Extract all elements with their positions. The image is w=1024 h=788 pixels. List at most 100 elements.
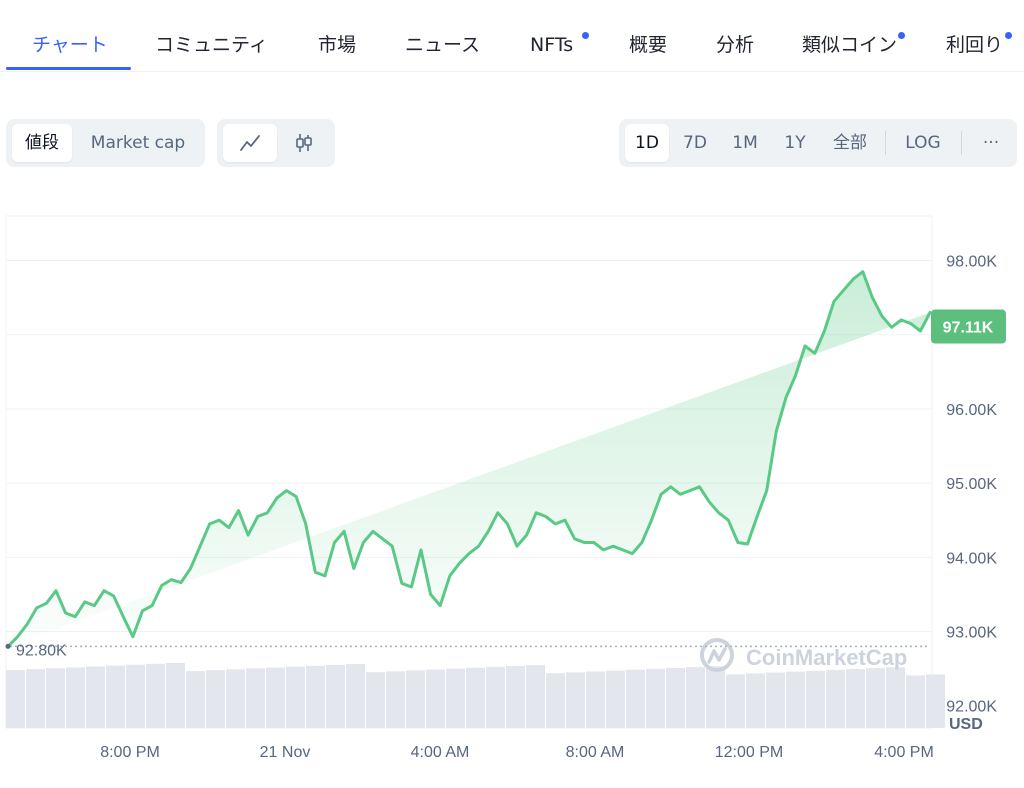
range-all[interactable]: 全部 (825, 124, 875, 162)
tab-chart[interactable]: チャート (32, 30, 108, 60)
watermark-text: CoinMarketCap (746, 645, 907, 670)
x-tick-label: 21 Nov (260, 744, 311, 761)
x-tick-label: 4:00 AM (411, 744, 470, 761)
open-price-label: 92.80K (16, 642, 67, 659)
volume-bar (306, 665, 325, 728)
tab-similar-coins[interactable]: 類似コイン (802, 30, 897, 60)
candlestick-icon (296, 134, 312, 152)
tab-community[interactable]: コミュニティ (155, 30, 268, 60)
coinmarketcap-logo-icon (700, 638, 734, 672)
volume-bar (666, 667, 685, 728)
tab-overview[interactable]: 概要 (629, 30, 667, 60)
volume-bar (166, 662, 185, 728)
price-option[interactable]: 値段 (12, 124, 72, 162)
volume-bar (866, 668, 885, 728)
volume-bar (406, 670, 425, 728)
volume-bar (486, 666, 505, 728)
candlestick-chart-button[interactable] (279, 124, 329, 162)
volume-bar (546, 673, 565, 728)
volume-bar (706, 666, 725, 728)
open-price-marker (5, 643, 11, 649)
volume-bar (6, 670, 25, 728)
tab-markets[interactable]: 市場 (318, 30, 356, 60)
more-options-button[interactable]: ··· (971, 124, 1011, 162)
x-axis: 8:00 PM 21 Nov 4:00 AM 8:00 AM 12:00 PM 4:00 … (100, 744, 934, 761)
time-range-switch: 1D 7D 1M 1Y 全部 LOG ··· (619, 119, 1017, 167)
volume-bar (526, 665, 545, 728)
tab-nfts[interactable]: NFTs (530, 30, 573, 60)
tab-similar-coins-notification-dot (898, 32, 905, 39)
chart-type-switch (217, 119, 335, 167)
volume-bar (426, 669, 445, 728)
volume-bar (906, 675, 925, 728)
log-separator (961, 131, 962, 155)
volume-bar (826, 669, 845, 728)
volume-bar (466, 667, 485, 728)
volume-bar (326, 664, 345, 728)
y-tick-label: 92.00K (946, 699, 997, 716)
range-1y[interactable]: 1Y (773, 124, 817, 162)
x-tick-label: 4:00 PM (874, 744, 934, 761)
market-cap-option[interactable]: Market cap (82, 124, 194, 162)
x-tick-label: 12:00 PM (715, 744, 783, 761)
volume-bar (626, 669, 645, 728)
volume-bar (886, 667, 905, 728)
volume-bar (646, 668, 665, 728)
volume-bar (46, 668, 65, 728)
range-1d[interactable]: 1D (625, 124, 669, 162)
volume-bar (286, 666, 305, 728)
current-price-tag: 97.11K (931, 309, 1006, 344)
x-tick-label: 8:00 AM (566, 744, 625, 761)
tab-bar: チャート コミュニティ 市場 ニュース NFTs 概要 分析 類似コイン 利回り (0, 0, 1024, 72)
volume-bar (686, 667, 705, 728)
volume-bar (106, 665, 125, 728)
current-price-label: 97.11K (943, 320, 994, 337)
line-chart-button[interactable] (223, 124, 277, 162)
tab-yield[interactable]: 利回り (946, 30, 1003, 60)
volume-bar (66, 667, 85, 728)
y-tick-label: 93.00K (946, 625, 997, 642)
y-tick-label: 98.00K (946, 254, 997, 271)
volume-bars (6, 662, 945, 728)
volume-bar (346, 664, 365, 728)
volume-bar (26, 669, 45, 728)
volume-bar (146, 663, 165, 728)
volume-bar (366, 672, 385, 728)
volume-bar (846, 669, 865, 728)
volume-bar (606, 670, 625, 728)
log-scale-button[interactable]: LOG (895, 124, 951, 162)
volume-bar (446, 668, 465, 728)
x-tick-label: 8:00 PM (100, 744, 160, 761)
currency-label: USD (949, 716, 983, 733)
price-area (8, 271, 930, 647)
tab-analysis[interactable]: 分析 (716, 30, 754, 60)
volume-bar (726, 674, 745, 728)
volume-bar (766, 672, 785, 728)
metric-switch: 値段 Market cap (6, 119, 205, 167)
volume-bar (586, 671, 605, 728)
volume-bar (786, 671, 805, 728)
volume-bar (506, 666, 525, 728)
y-tick-label: 94.00K (946, 550, 997, 567)
volume-bar (746, 673, 765, 728)
volume-bar (246, 668, 265, 728)
volume-bar (266, 667, 285, 728)
volume-bar (386, 671, 405, 728)
tab-news[interactable]: ニュース (405, 30, 480, 60)
volume-bar (226, 669, 245, 728)
line-chart-icon (240, 135, 260, 151)
volume-bar (186, 671, 205, 728)
volume-bar (806, 670, 825, 728)
volume-bar (566, 672, 585, 728)
range-1m[interactable]: 1M (723, 124, 767, 162)
range-separator (885, 131, 886, 155)
y-tick-label: 95.00K (946, 476, 997, 493)
watermark: CoinMarketCap (700, 638, 907, 672)
range-7d[interactable]: 7D (673, 124, 717, 162)
volume-bar (86, 666, 105, 728)
volume-bar (926, 674, 945, 728)
y-tick-label: 96.00K (946, 402, 997, 419)
tab-nfts-notification-dot (582, 32, 589, 39)
price-chart[interactable]: CoinMarketCap 92.80K 98.00K97.00K96.00K9… (0, 200, 1024, 788)
tab-yield-notification-dot (1005, 32, 1012, 39)
